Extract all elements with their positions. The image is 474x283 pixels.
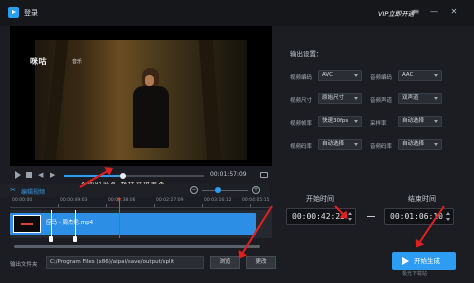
clip-time-panel: 开始时间 结束时间 00:00:42:23 00:01:06:10 — [280, 186, 474, 246]
clip-name: 应马 - 周杰伦.mp4 — [46, 220, 94, 226]
browse-button[interactable]: 浏览 — [210, 256, 240, 269]
audio-codec-select[interactable]: AAC — [398, 70, 442, 81]
ruler-tick: 00:00:00 — [12, 198, 33, 203]
video-preview[interactable]: 咪咕 音乐 欠你的宽爱 我在等待重来 — [10, 26, 272, 186]
video-clip[interactable]: 应马 - 周杰伦.mp4 — [10, 213, 256, 235]
play-icon[interactable] — [14, 171, 22, 179]
stop-icon[interactable] — [26, 172, 32, 178]
scene-person — [133, 68, 169, 152]
ruler-tick: 00:03:16:12 — [204, 198, 232, 203]
zoom-in-icon[interactable]: + — [252, 186, 260, 194]
chevron-down-icon — [434, 120, 438, 123]
end-time-input[interactable]: 00:01:06:10 — [384, 208, 454, 225]
output-folder-row: 输出文件夹 C:/Program Files (x86)/aipai/save/… — [0, 254, 300, 274]
start-time-label: 开始时间 — [306, 195, 334, 203]
clip-thumbnail — [13, 215, 41, 233]
title-bar: 登录 VIP立即开通 ≡ — ✕ — [0, 0, 474, 26]
app-logo-icon — [8, 7, 19, 18]
chevron-down-icon — [434, 97, 438, 100]
timeline-scrollbar[interactable] — [14, 245, 260, 248]
output-folder-label: 输出文件夹 — [10, 262, 38, 268]
scissors-icon: ✂ — [10, 186, 16, 194]
edit-video-tab[interactable]: 编辑视频 — [21, 187, 45, 196]
video-frame — [35, 40, 247, 160]
chevron-down-icon — [434, 143, 438, 146]
video-watermark: 咪咕 — [30, 57, 47, 66]
close-icon[interactable]: ✕ — [448, 6, 460, 18]
audio-bitrate-label: 音频码率 — [370, 144, 393, 150]
seek-handle[interactable] — [119, 173, 126, 179]
timeline-header: ✂ 编辑视频 − + — [0, 184, 270, 197]
video-codec-select[interactable]: AVC — [318, 70, 362, 81]
current-time: 00:01:57:09 — [210, 171, 247, 178]
end-time-label: 结束时间 — [408, 195, 436, 203]
ruler-tick: 00:01:38:06 — [108, 198, 136, 203]
sample-rate-select[interactable]: 自动选择 — [398, 116, 442, 127]
site-watermark: 极光下载站 — [402, 271, 428, 277]
audio-channel-select[interactable]: 双声道 — [398, 93, 442, 104]
audio-codec-label: 音频编码 — [370, 75, 393, 81]
scene-tree — [198, 40, 222, 160]
screenshot-icon[interactable] — [260, 172, 268, 178]
video-bitrate-label: 视频码率 — [290, 144, 313, 150]
previous-frame-icon[interactable]: ◀ — [38, 171, 46, 179]
ruler-tick: 00:00:49:03 — [60, 198, 88, 203]
frame-rate-select[interactable]: 快速30fps — [318, 116, 362, 127]
zoom-slider[interactable] — [202, 187, 248, 193]
video-track[interactable]: 应马 - 周杰伦.mp4 — [10, 210, 272, 242]
zoom-out-icon[interactable]: − — [190, 186, 198, 194]
video-size-label: 视频尺寸 — [290, 98, 313, 104]
spinner-icon[interactable] — [446, 211, 451, 222]
audio-bitrate-select[interactable]: 自动选择 — [398, 139, 442, 150]
next-frame-icon[interactable]: ▶ — [50, 171, 58, 179]
ruler-tick: 00:04:05:15 — [242, 198, 270, 203]
minimize-icon[interactable]: — — [428, 6, 440, 18]
time-range-dash — [367, 216, 375, 217]
video-size-select[interactable]: 原始尺寸 — [318, 93, 362, 104]
seek-slider[interactable] — [64, 173, 204, 179]
end-marker[interactable] — [75, 210, 76, 238]
start-marker-handle[interactable] — [49, 236, 53, 242]
start-generate-button[interactable]: 开始生成 — [392, 252, 456, 270]
sample-rate-label: 采样率 — [370, 121, 387, 127]
timeline-ruler: 00:00:00 00:00:49:03 00:01:38:06 00:02:2… — [10, 198, 272, 208]
video-codec-label: 视频编码 — [290, 75, 313, 81]
chevron-down-icon — [354, 97, 358, 100]
player-controls: ◀ ▶ 00:01:57:09 — [10, 168, 272, 182]
chevron-down-icon — [354, 143, 358, 146]
chevron-down-icon — [354, 120, 358, 123]
audio-channel-label: 音频声道 — [370, 98, 393, 104]
frame-rate-label: 视频帧率 — [290, 121, 313, 127]
ruler-tick: 00:02:27:09 — [156, 198, 184, 203]
video-watermark-suffix: 音乐 — [72, 59, 83, 65]
menu-icon[interactable]: ≡ — [410, 6, 422, 18]
zoom-handle[interactable] — [215, 187, 222, 193]
change-button[interactable]: 更改 — [246, 256, 276, 269]
output-settings: 输出设置： 视频编码 AVC 音频编码 AAC 视频尺寸 原始尺寸 音频声道 双… — [280, 26, 474, 186]
login-link[interactable]: 登录 — [24, 8, 38, 18]
chevron-down-icon — [434, 74, 438, 77]
video-bitrate-select[interactable]: 自动选择 — [318, 139, 362, 150]
settings-title: 输出设置： — [290, 50, 323, 58]
chevron-down-icon — [354, 74, 358, 77]
vip-link[interactable]: VIP立即开通 — [378, 8, 414, 18]
start-marker[interactable] — [51, 210, 52, 238]
output-path-field[interactable]: C:/Program Files (x86)/aipai/save/output… — [46, 256, 204, 269]
playhead[interactable] — [117, 198, 121, 238]
end-marker-handle[interactable] — [73, 236, 77, 242]
scene-tree — [43, 40, 69, 160]
